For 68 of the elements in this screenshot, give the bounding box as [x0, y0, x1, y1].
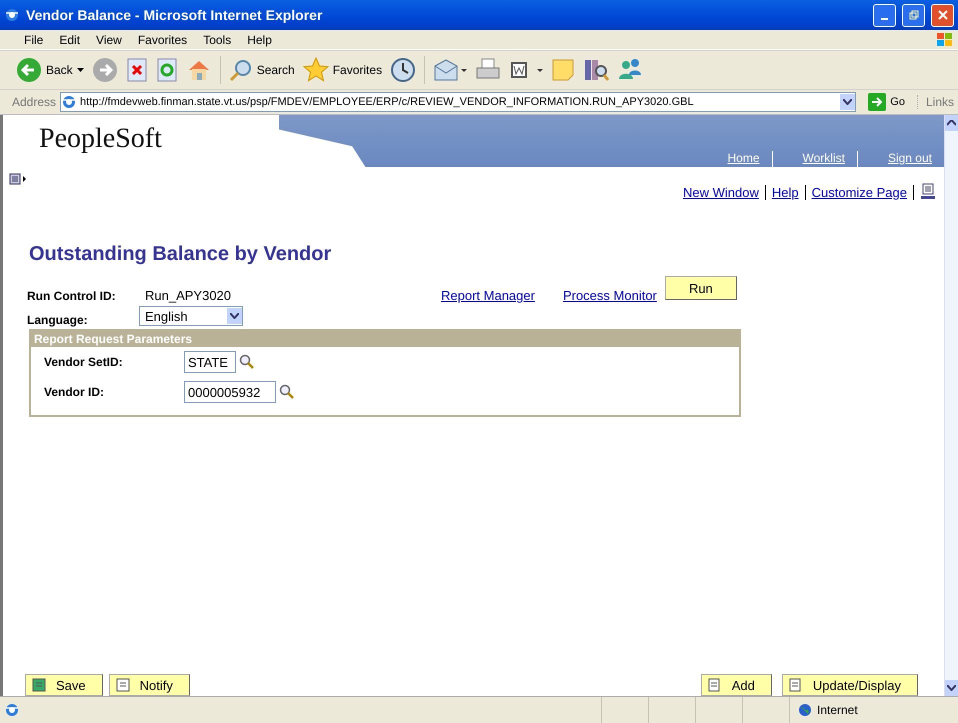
go-button[interactable]: Go: [860, 93, 913, 111]
menu-item[interactable]: Favorites: [130, 32, 196, 46]
search-button[interactable]: Search: [228, 58, 295, 82]
links-button[interactable]: Links: [916, 95, 954, 109]
address-field[interactable]: http://fmdevweb.finman.state.vt.us/psp/FMDEV/EMPLOYEE/ERP/c/REVIEW_VENDOR_INFORMATION.RUN_APY3020.GBL: [60, 92, 856, 112]
page-link[interactable]: Help: [772, 184, 799, 200]
minimize-icon: [881, 18, 888, 20]
stop-icon[interactable]: [126, 58, 148, 82]
field-label: Run Control ID:: [27, 288, 117, 302]
globe-icon: [798, 703, 812, 717]
run-control-value: Run_APY3020: [145, 288, 232, 303]
star-icon: [302, 57, 329, 83]
scroll-up-icon[interactable]: [947, 120, 956, 126]
toolbar-button[interactable]: Save: [25, 674, 103, 696]
search-icon: [228, 58, 253, 82]
input-field[interactable]: 0000005932: [184, 381, 276, 403]
save-icon: [32, 678, 46, 692]
scrollbar[interactable]: [944, 115, 958, 696]
menu-item[interactable]: Tools: [195, 32, 240, 46]
toolbar-button[interactable]: Update/Display: [782, 674, 918, 696]
notify-icon: [116, 678, 130, 692]
page-icon: [61, 94, 78, 110]
toolbar-button[interactable]: Notify: [108, 674, 190, 696]
menu-toggle-icon[interactable]: [9, 173, 29, 185]
logo: PeopleSoft: [38, 122, 163, 155]
language-select[interactable]: English: [139, 306, 243, 326]
mail-icon[interactable]: [433, 58, 468, 82]
report-manager-link[interactable]: Report Manager: [441, 288, 535, 303]
dropdown-icon: [230, 313, 239, 319]
toolbar-button[interactable]: Add: [700, 674, 772, 696]
research-icon[interactable]: [583, 57, 610, 83]
windows-logo-icon: [936, 32, 954, 48]
input-field[interactable]: STATE: [184, 351, 236, 373]
browser-icon: [4, 7, 20, 23]
page-link[interactable]: Customize Page: [812, 184, 907, 200]
field-label: Vendor ID:: [44, 385, 106, 399]
zone-label: Internet: [817, 703, 858, 717]
lookup-icon[interactable]: [279, 384, 295, 400]
document-icon: [708, 678, 722, 692]
document-icon: [788, 678, 803, 692]
scroll-down-icon[interactable]: [947, 685, 956, 691]
field-label: Vendor SetID:: [44, 355, 124, 369]
status-page-icon: [4, 702, 20, 718]
back-button[interactable]: Back: [16, 57, 84, 83]
restore-icon: [908, 10, 918, 20]
panel-title: Report Request Parameters: [31, 331, 739, 347]
menu-item[interactable]: Help: [239, 32, 280, 46]
minimize-button[interactable]: [873, 4, 896, 26]
close-button[interactable]: [931, 4, 954, 26]
close-icon: [938, 10, 948, 20]
history-icon[interactable]: [390, 57, 416, 83]
process-monitor-link[interactable]: Process Monitor: [562, 288, 657, 303]
menu-item[interactable]: File: [16, 32, 52, 46]
run-button[interactable]: Run: [664, 276, 737, 300]
lookup-icon[interactable]: [239, 354, 255, 370]
menu-item[interactable]: View: [88, 32, 130, 46]
page-title: Outstanding Balance by Vendor: [29, 243, 332, 266]
refresh-icon[interactable]: [156, 58, 178, 82]
caret-icon[interactable]: [76, 68, 84, 72]
restore-button[interactable]: [902, 4, 925, 26]
dropdown-icon[interactable]: [843, 99, 852, 105]
page-link[interactable]: New Window: [683, 184, 759, 200]
menu-item[interactable]: Edit: [51, 32, 88, 46]
window-title: Vendor Balance - Microsoft Internet Explorer: [26, 7, 324, 23]
favorites-button[interactable]: Favorites: [302, 57, 382, 83]
field-label: Language:: [27, 312, 89, 327]
address-label: Address: [12, 95, 56, 109]
http-icon[interactable]: [920, 183, 936, 201]
